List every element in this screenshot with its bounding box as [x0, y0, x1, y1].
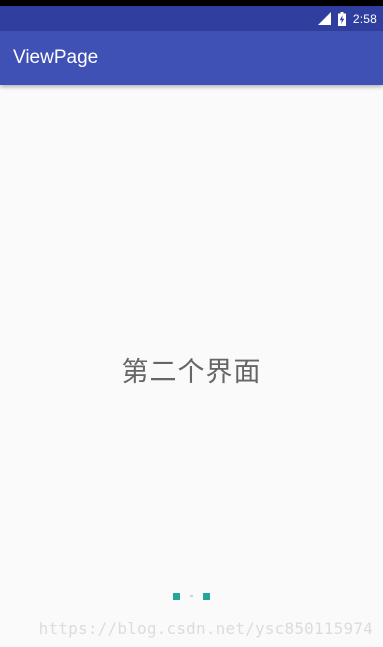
page-indicator-dot-1[interactable]	[173, 592, 180, 600]
status-time: 2:58	[352, 11, 377, 26]
battery-charging-icon	[337, 11, 346, 26]
page-indicator-dot-3[interactable]	[203, 592, 210, 600]
watermark-text: https://blog.csdn.net/ysc850115974	[38, 619, 373, 638]
page-indicator	[0, 592, 383, 600]
screen: 2:58 ViewPage 第二个界面 https://blog.csdn.ne…	[0, 0, 383, 647]
signal-icon	[317, 12, 331, 25]
view-pager[interactable]: 第二个界面	[0, 85, 383, 647]
app-bar: ViewPage	[0, 31, 383, 85]
page-indicator-dot-2[interactable]	[190, 595, 193, 597]
status-icons: 2:58	[317, 6, 377, 31]
status-bar: 2:58	[0, 6, 383, 31]
page-content-text: 第二个界面	[121, 357, 262, 388]
app-title: ViewPage	[13, 47, 99, 68]
